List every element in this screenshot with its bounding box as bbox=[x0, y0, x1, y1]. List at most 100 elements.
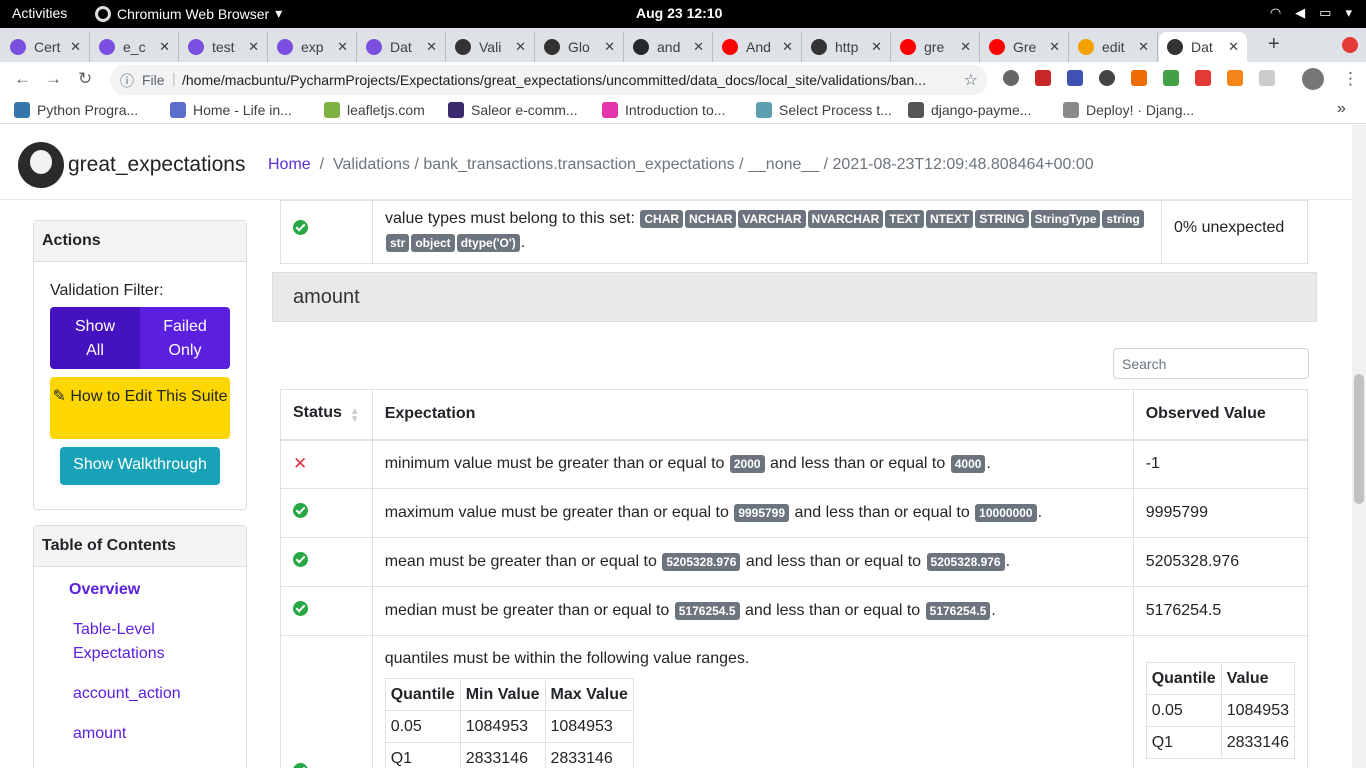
bookmark-favicon-icon bbox=[1063, 102, 1079, 118]
tab-close-icon[interactable]: ✕ bbox=[871, 39, 882, 55]
new-tab-button[interactable]: + bbox=[1268, 33, 1280, 56]
tab-close-icon[interactable]: ✕ bbox=[693, 39, 704, 55]
bookmark-item[interactable]: django-payme... bbox=[908, 102, 1031, 118]
menu-icon[interactable]: ⋮ bbox=[1342, 69, 1359, 89]
status-header[interactable]: Status ▲ ▼ bbox=[280, 389, 373, 441]
tab-close-icon[interactable]: ✕ bbox=[70, 39, 81, 55]
toc-link-amount[interactable]: amount bbox=[73, 722, 126, 746]
observed-value-cell: 5205328.976 bbox=[1132, 537, 1309, 587]
bookmark-item[interactable]: Python Progra... bbox=[14, 102, 138, 118]
bookmark-item[interactable]: Home - Life in... bbox=[170, 102, 292, 118]
tab-favicon-icon bbox=[989, 39, 1005, 55]
bookmark-item[interactable]: Deploy! · Djang... bbox=[1063, 102, 1194, 118]
activities-button[interactable]: Activities bbox=[12, 5, 67, 21]
system-tray[interactable]: ◠ ◀ ▭ ▾ bbox=[1270, 5, 1352, 21]
sort-icon[interactable]: ▲ ▼ bbox=[350, 407, 360, 425]
extension-icon[interactable] bbox=[1003, 70, 1019, 86]
tab-9[interactable]: http ✕ bbox=[803, 32, 891, 62]
tab-13[interactable]: Dat ✕ bbox=[1159, 32, 1247, 62]
tab-8[interactable]: And ✕ bbox=[714, 32, 802, 62]
expectation-text: and less than or equal to bbox=[770, 455, 946, 473]
chevron-down-icon: ▾ bbox=[275, 5, 283, 21]
observed-value: 0% unexpected bbox=[1174, 219, 1285, 236]
scrollbar-thumb[interactable] bbox=[1354, 374, 1364, 504]
observed-quantiles-table: Quantile Value 0.05 1084953 Q1 2833146 bbox=[1145, 662, 1296, 759]
expectation-text: and less than or equal to bbox=[794, 504, 970, 522]
breadcrumb-home-link[interactable]: Home bbox=[268, 156, 311, 173]
actions-title: Actions bbox=[34, 221, 246, 262]
tab-10[interactable]: gre ✕ bbox=[892, 32, 980, 62]
toc-link-overview[interactable]: Overview bbox=[69, 578, 140, 602]
bookmark-item[interactable]: Select Process t... bbox=[756, 102, 892, 118]
edit-suite-button[interactable]: ✎ How to Edit This Suite bbox=[50, 377, 230, 439]
table-row: maximum value must be greater than or eq… bbox=[280, 488, 1309, 538]
bookmark-item[interactable]: Saleor e-comm... bbox=[448, 102, 578, 118]
extension-icon[interactable] bbox=[1035, 70, 1051, 86]
inner-header: Value bbox=[1220, 662, 1296, 695]
tab-close-icon[interactable]: ✕ bbox=[1049, 39, 1060, 55]
extension-icon[interactable] bbox=[1195, 70, 1211, 86]
back-icon[interactable]: ← bbox=[14, 69, 31, 89]
table-row: quantiles must be within the following v… bbox=[280, 635, 1309, 768]
bookmark-item[interactable]: leafletjs.com bbox=[324, 102, 425, 118]
bookmark-label: Introduction to... bbox=[625, 102, 726, 118]
tab-close-icon[interactable]: ✕ bbox=[782, 39, 793, 55]
tab-favicon-icon bbox=[1078, 39, 1094, 55]
tab-close-icon[interactable]: ✕ bbox=[515, 39, 526, 55]
bookmark-favicon-icon bbox=[448, 102, 464, 118]
address-bar[interactable]: ⓘ File | /home/macbuntu/PycharmProjects/… bbox=[110, 65, 988, 95]
expectation-cell: quantiles must be within the following v… bbox=[371, 635, 1134, 768]
tab-2[interactable]: test ✕ bbox=[180, 32, 268, 62]
tab-close-icon[interactable]: ✕ bbox=[960, 39, 971, 55]
value-badge: STRING bbox=[975, 209, 1029, 228]
tab-4[interactable]: Dat ✕ bbox=[358, 32, 446, 62]
toc-link-table-level[interactable]: Table-Level Expectations bbox=[73, 618, 223, 666]
app-menu[interactable]: Chromium Web Browser ▾ bbox=[95, 5, 282, 22]
failed-only-label: Failed Only bbox=[163, 318, 207, 359]
value-badge: dtype('O') bbox=[456, 233, 520, 252]
extension-icon[interactable] bbox=[1163, 70, 1179, 86]
more-bookmarks-icon[interactable]: » bbox=[1337, 100, 1346, 118]
show-all-button[interactable]: Show All bbox=[50, 307, 140, 369]
tab-0[interactable]: Cert ✕ bbox=[2, 32, 90, 62]
search-input[interactable]: Search bbox=[1113, 348, 1309, 379]
show-walkthrough-button[interactable]: Show Walkthrough bbox=[60, 447, 220, 485]
tab-close-icon[interactable]: ✕ bbox=[159, 39, 170, 55]
tab-close-icon[interactable]: ✕ bbox=[337, 39, 348, 55]
extension-icon[interactable] bbox=[1131, 70, 1147, 86]
extension-icon[interactable] bbox=[1259, 70, 1275, 86]
great-expectations-logo[interactable] bbox=[18, 142, 64, 188]
recording-icon[interactable] bbox=[1342, 37, 1358, 53]
tab-close-icon[interactable]: ✕ bbox=[1228, 39, 1239, 55]
profile-avatar[interactable] bbox=[1302, 68, 1324, 90]
inner-cell: 1084953 bbox=[544, 710, 634, 743]
tab-5[interactable]: Vali ✕ bbox=[447, 32, 535, 62]
tab-6[interactable]: Glo ✕ bbox=[536, 32, 624, 62]
bookmark-item[interactable]: Introduction to... bbox=[602, 102, 725, 118]
tab-12[interactable]: edit ✕ bbox=[1070, 32, 1158, 62]
info-icon[interactable]: ⓘ bbox=[120, 71, 134, 91]
metamask-icon[interactable] bbox=[1227, 70, 1243, 86]
forward-icon[interactable]: → bbox=[45, 69, 62, 89]
tab-close-icon[interactable]: ✕ bbox=[1138, 39, 1149, 55]
volume-icon: ◀ bbox=[1295, 5, 1306, 20]
tab-close-icon[interactable]: ✕ bbox=[604, 39, 615, 55]
toc-link-account-action[interactable]: account_action bbox=[73, 682, 181, 706]
expectation-cell: median must be greater than or equal to … bbox=[371, 586, 1134, 636]
tab-close-icon[interactable]: ✕ bbox=[248, 39, 259, 55]
tab-7[interactable]: and ✕ bbox=[625, 32, 713, 62]
extension-icon[interactable] bbox=[1099, 70, 1115, 86]
brand-name[interactable]: great_expectations bbox=[68, 153, 245, 177]
show-all-label: Show All bbox=[74, 318, 116, 359]
extension-icon[interactable] bbox=[1067, 70, 1083, 86]
bookmark-star-icon[interactable]: ☆ bbox=[964, 70, 978, 90]
url-text[interactable]: /home/macbuntu/PycharmProjects/Expectati… bbox=[182, 72, 952, 88]
tab-1[interactable]: e_c ✕ bbox=[91, 32, 179, 62]
tab-close-icon[interactable]: ✕ bbox=[426, 39, 437, 55]
clock[interactable]: Aug 23 12:10 bbox=[636, 5, 722, 21]
tab-11[interactable]: Gre ✕ bbox=[981, 32, 1069, 62]
failed-only-button[interactable]: Failed Only bbox=[140, 307, 230, 369]
reload-icon[interactable]: ↻ bbox=[78, 69, 92, 89]
tab-3[interactable]: exp ✕ bbox=[269, 32, 357, 62]
expectation-cell: minimum value must be greater than or eq… bbox=[371, 439, 1134, 489]
